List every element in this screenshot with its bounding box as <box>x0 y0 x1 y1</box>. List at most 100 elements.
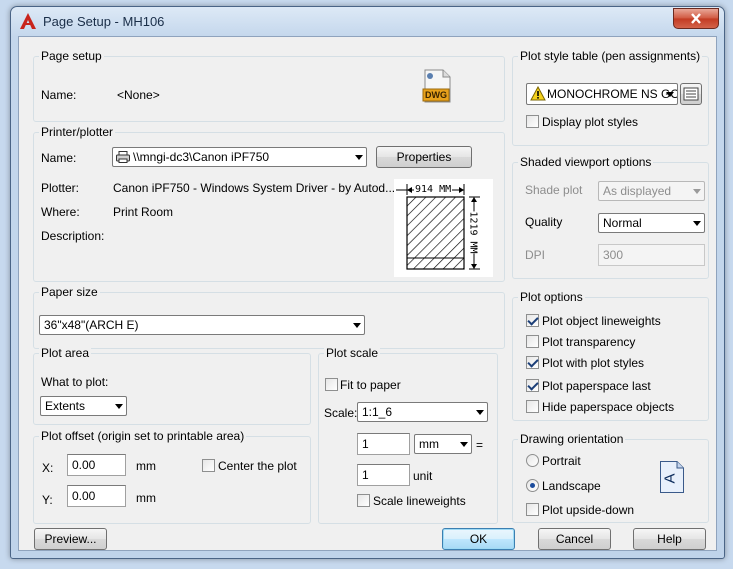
printer-group-title: Printer/plotter <box>39 125 116 139</box>
display-plot-styles-checkbox[interactable] <box>526 115 539 128</box>
page-setup-group-title: Page setup <box>39 49 104 63</box>
scale-combo[interactable]: 1:1_6 <box>357 402 488 422</box>
plot-transparency-checkbox[interactable] <box>526 335 539 348</box>
where-value: Print Room <box>113 205 174 219</box>
where-label: Where: <box>41 205 80 219</box>
quality-label: Quality <box>525 215 563 229</box>
plot-style-group-title: Plot style table (pen assignments) <box>518 49 703 63</box>
shaded-viewport-group-title: Shaded viewport options <box>518 155 654 169</box>
plotter-value: Canon iPF750 - Windows System Driver - b… <box>113 181 396 195</box>
plot-with-plot-styles-checkbox[interactable] <box>526 356 539 369</box>
chevron-down-icon <box>355 155 363 160</box>
autocad-app-icon <box>20 13 36 29</box>
plot-with-plot-styles-label[interactable]: Plot with plot styles <box>542 356 644 370</box>
plot-options-group: Plot options Plot object lineweights Plo… <box>512 290 709 421</box>
chevron-down-icon <box>115 404 123 409</box>
what-to-plot-combo[interactable]: Extents <box>40 396 127 416</box>
printer-properties-button[interactable]: Properties <box>376 146 472 168</box>
preview-button[interactable]: Preview... <box>34 528 107 550</box>
page-setup-dialog: Page Setup - MH106 Page setup Name: <Non… <box>10 6 725 559</box>
plot-upside-down-label[interactable]: Plot upside-down <box>542 503 634 517</box>
plot-options-group-title: Plot options <box>518 290 585 304</box>
portrait-label[interactable]: Portrait <box>542 454 581 468</box>
printer-name-label: Name: <box>41 151 77 165</box>
help-button[interactable]: Help <box>633 528 706 550</box>
window-title: Page Setup - MH106 <box>43 14 165 29</box>
plot-style-table-combo[interactable]: MONOCHROME NS GOV <box>526 83 678 105</box>
shade-plot-value: As displayed <box>603 184 672 198</box>
drawing-orientation-group-title: Drawing orientation <box>518 432 626 446</box>
plot-style-table-value: MONOCHROME NS GOV <box>547 87 678 101</box>
dwg-icon-label: DWG <box>425 90 447 100</box>
offset-y-input[interactable]: 0.00 <box>67 485 126 507</box>
offset-y-label: Y: <box>42 493 53 507</box>
landscape-label[interactable]: Landscape <box>542 479 601 493</box>
close-window-button[interactable] <box>673 8 719 29</box>
scale-value2-input[interactable]: 1 <box>357 464 410 486</box>
plot-offset-group-title: Plot offset (origin set to printable are… <box>39 429 247 443</box>
fit-to-paper-checkbox[interactable] <box>325 378 338 391</box>
scale-value1-input[interactable]: 1 <box>357 433 410 455</box>
quality-value: Normal <box>603 216 642 230</box>
what-to-plot-label: What to plot: <box>41 375 109 389</box>
scale-unit-combo[interactable]: mm <box>414 434 472 454</box>
printer-icon <box>116 151 130 163</box>
chevron-down-icon <box>460 442 468 447</box>
plot-area-group-title: Plot area <box>39 346 92 360</box>
portrait-radio[interactable] <box>526 454 539 467</box>
dpi-input[interactable]: 300 <box>598 244 705 266</box>
plotter-label: Plotter: <box>41 181 80 195</box>
center-plot-checkbox[interactable] <box>202 459 215 472</box>
paper-size-combo[interactable]: 36"x48"(ARCH E) <box>39 315 365 335</box>
chevron-down-icon <box>693 221 701 226</box>
dialog-client-area: Page setup Name: <None> DWG Printer/plot… <box>18 36 717 551</box>
fit-to-paper-label[interactable]: Fit to paper <box>340 378 401 392</box>
warning-icon <box>530 86 546 101</box>
page-setup-group: Page setup Name: <None> DWG <box>33 49 505 122</box>
plot-offset-group: Plot offset (origin set to printable are… <box>33 429 311 524</box>
close-icon <box>691 13 701 24</box>
scale-lineweights-label[interactable]: Scale lineweights <box>373 494 466 508</box>
paper-width-label: 914 MM <box>414 184 453 195</box>
plot-area-group: Plot area What to plot: Extents <box>33 346 311 425</box>
edit-plot-style-button[interactable] <box>680 83 702 105</box>
shade-plot-label: Shade plot <box>525 183 583 197</box>
shade-plot-combo[interactable]: As displayed <box>598 181 705 201</box>
hide-paperspace-objects-checkbox[interactable] <box>526 400 539 413</box>
paper-size-preview: 914 MM 1219 MM <box>394 179 493 277</box>
shaded-viewport-group: Shaded viewport options Shade plot As di… <box>512 155 709 279</box>
offset-y-unit: mm <box>136 491 156 505</box>
landscape-radio[interactable] <box>526 479 539 492</box>
plot-object-lineweights-checkbox[interactable] <box>526 314 539 327</box>
printer-name-combo[interactable]: \\mngi-dc3\Canon iPF750 <box>112 147 367 167</box>
pen-table-edit-icon <box>683 87 699 101</box>
plot-scale-group-title: Plot scale <box>324 346 381 360</box>
title-bar[interactable]: Page Setup - MH106 <box>11 7 724 35</box>
orientation-letter: A <box>661 473 679 484</box>
quality-combo[interactable]: Normal <box>598 213 705 233</box>
scale-unit2-label: unit <box>413 469 433 483</box>
plot-style-table-group: Plot style table (pen assignments) MONOC… <box>512 49 709 146</box>
offset-x-input[interactable]: 0.00 <box>67 454 126 476</box>
plot-upside-down-checkbox[interactable] <box>526 503 539 516</box>
center-plot-label[interactable]: Center the plot <box>218 459 297 473</box>
scale-label: Scale: <box>324 406 358 420</box>
page-setup-name-label: Name: <box>41 88 77 102</box>
cancel-button[interactable]: Cancel <box>538 528 611 550</box>
plot-transparency-label[interactable]: Plot transparency <box>542 335 635 349</box>
drawing-orientation-group: Drawing orientation Portrait Landscape P… <box>512 432 709 523</box>
offset-x-unit: mm <box>136 459 156 473</box>
chevron-down-icon <box>353 323 361 328</box>
ok-button[interactable]: OK <box>442 528 515 550</box>
plot-object-lineweights-label[interactable]: Plot object lineweights <box>542 314 661 328</box>
description-label: Description: <box>41 229 105 243</box>
dwg-file-icon: DWG <box>422 69 452 103</box>
plot-paperspace-last-checkbox[interactable] <box>526 379 539 392</box>
hide-paperspace-objects-label[interactable]: Hide paperspace objects <box>542 400 674 414</box>
chevron-down-icon <box>666 92 674 97</box>
scale-lineweights-checkbox[interactable] <box>357 494 370 507</box>
plot-paperspace-last-label[interactable]: Plot paperspace last <box>542 379 651 393</box>
plot-scale-group: Plot scale Fit to paper Scale: 1:1_6 1 m… <box>318 346 498 524</box>
chevron-down-icon <box>693 189 701 194</box>
display-plot-styles-label[interactable]: Display plot styles <box>542 115 638 129</box>
